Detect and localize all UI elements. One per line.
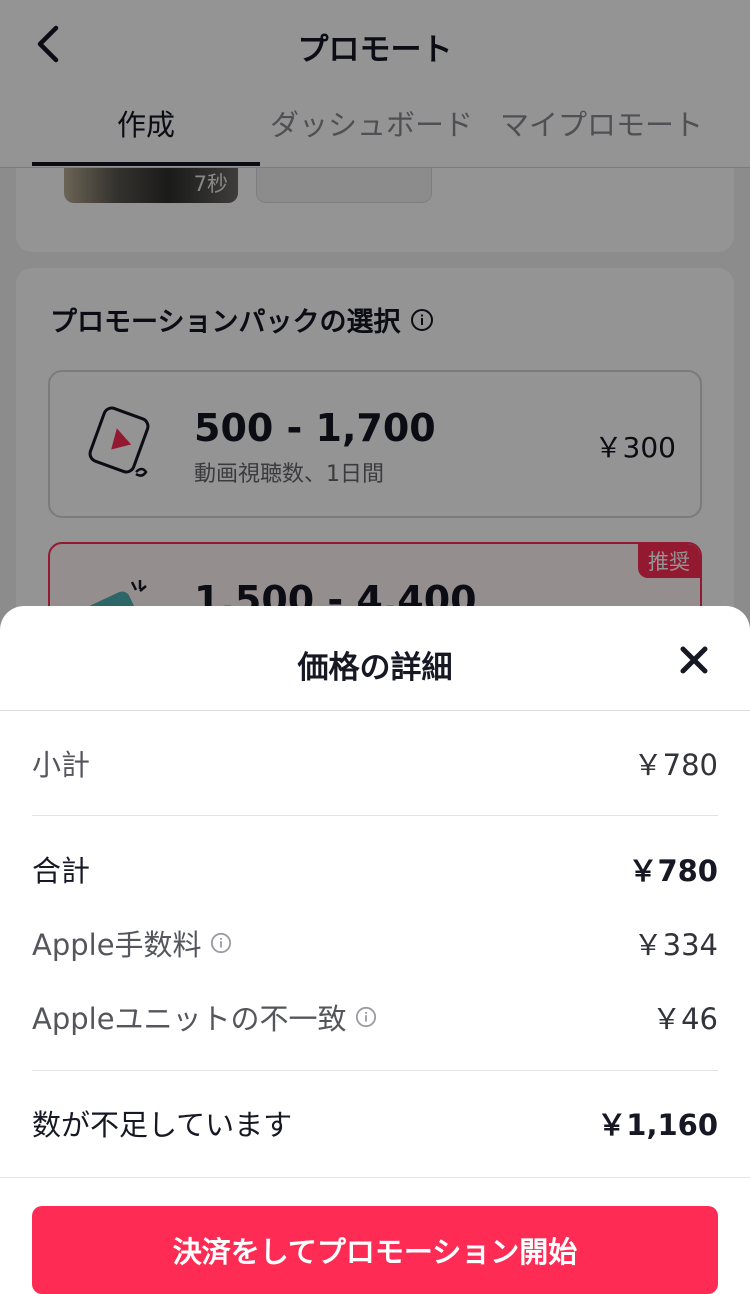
total-value: ￥780 (628, 854, 718, 888)
apple-fee-label-group: Apple手数料 (32, 922, 232, 964)
divider (0, 710, 750, 711)
unit-mismatch-label-group: Appleユニットの不一致 (32, 996, 377, 1038)
unit-mismatch-value: ￥46 (652, 1002, 718, 1036)
unit-mismatch-label: Appleユニットの不一致 (32, 1002, 347, 1036)
divider (0, 1177, 750, 1178)
total-row: 合計 ￥780 (32, 848, 718, 888)
subtotal-label: 小計 (32, 748, 91, 782)
subtotal-value: ￥780 (633, 748, 718, 782)
apple-fee-row: Apple手数料 ￥334 (32, 922, 718, 962)
subtotal-row: 小計 ￥780 (32, 742, 718, 782)
total-label: 合計 (32, 854, 91, 888)
info-icon[interactable] (355, 1006, 377, 1028)
sheet-title: 価格の詳細 (297, 650, 453, 686)
unit-mismatch-row: Appleユニットの不一致 ￥46 (32, 996, 718, 1036)
close-icon (680, 646, 708, 674)
divider (32, 1070, 718, 1071)
divider (32, 815, 718, 816)
shortage-label: 数が不足しています (32, 1108, 293, 1142)
pay-and-start-button[interactable]: 決済をしてプロモーション開始 (32, 1206, 718, 1294)
price-details-sheet: 価格の詳細 小計 ￥780 合計 ￥780 Apple手数料 ￥334 Appl… (0, 606, 750, 1294)
close-button[interactable] (670, 636, 718, 684)
apple-fee-label: Apple手数料 (32, 928, 202, 962)
apple-fee-value: ￥334 (633, 928, 718, 962)
info-icon[interactable] (210, 932, 232, 954)
shortage-value: ￥1,160 (597, 1108, 718, 1142)
shortage-row: 数が不足しています ￥1,160 (32, 1102, 718, 1142)
